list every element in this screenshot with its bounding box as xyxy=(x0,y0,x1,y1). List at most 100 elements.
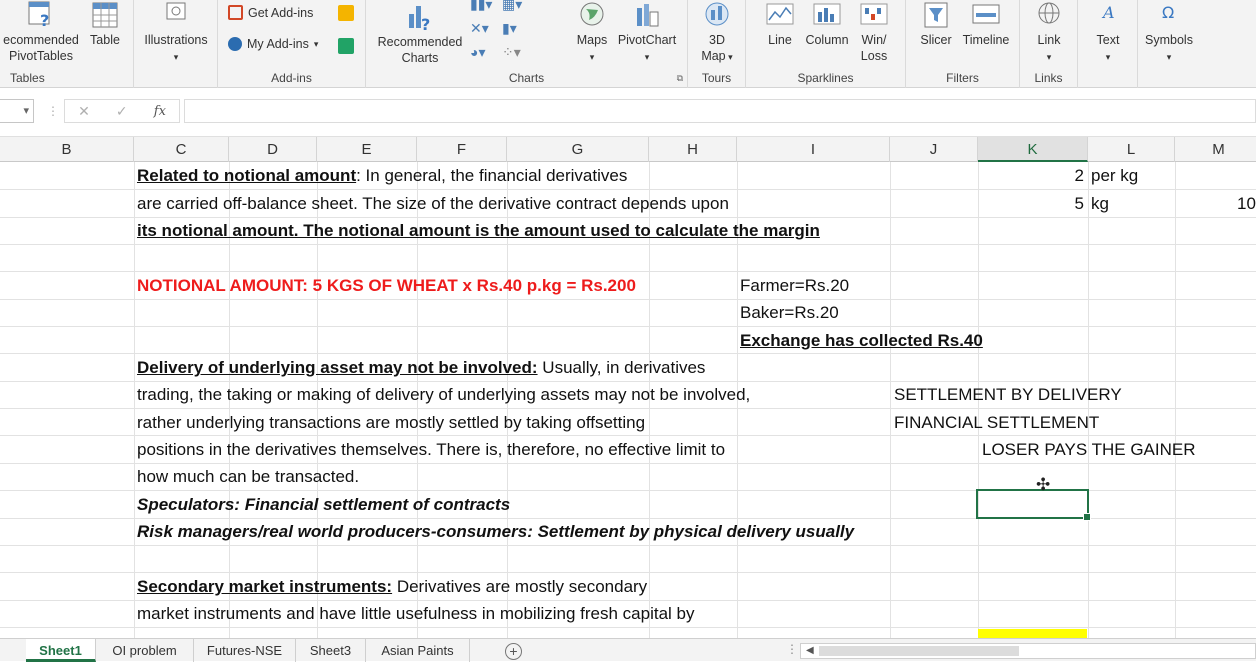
column-header-g[interactable]: G xyxy=(507,137,649,162)
combo-chart-icon[interactable]: ▮▾ xyxy=(502,20,517,37)
formula-bar-splitter[interactable]: ⋮ xyxy=(47,104,59,118)
cell-i5[interactable]: Farmer=Rs.20 xyxy=(740,272,849,299)
sparkline-column-button[interactable]: Column xyxy=(802,0,852,48)
pie-chart-icon[interactable]: ◕▾ xyxy=(470,44,485,61)
ribbon-group-charts: ? Recommended Charts ▮▮▾ ▦▾ ✕▾ ▮▾ ◕▾ ⁘▾ … xyxy=(366,0,688,88)
column-header-j[interactable]: J xyxy=(890,137,978,162)
my-addins-button[interactable]: My Add-ins ▾ xyxy=(228,37,318,51)
cell-c1-text: : In general, the financial derivatives xyxy=(356,166,628,185)
new-sheet-plus-icon[interactable]: + xyxy=(505,643,522,660)
cell-j10[interactable]: FINANCIAL SETTLEMENT xyxy=(894,409,1099,436)
cell-c14[interactable]: Risk managers/real world producers-consu… xyxy=(137,518,854,545)
scroll-left-icon[interactable]: ◀ xyxy=(806,645,814,656)
column-header-l[interactable]: L xyxy=(1088,137,1175,162)
column-header-i[interactable]: I xyxy=(737,137,890,162)
timeline-button[interactable]: Timeline xyxy=(958,0,1014,48)
pivotchart-button[interactable]: PivotChart ▾ xyxy=(614,0,680,65)
column-header-h[interactable]: H xyxy=(649,137,737,162)
illustrations-button[interactable]: Illustrations ▾ xyxy=(138,0,214,65)
winloss-sparkline-icon xyxy=(860,3,888,25)
scatter-chart-icon[interactable]: ⁘▾ xyxy=(502,44,521,61)
recommended-pivottables-icon: ? xyxy=(28,1,50,30)
sheet-tab-oi-problem[interactable]: OI problem xyxy=(96,639,194,662)
column-header-d[interactable]: D xyxy=(229,137,317,162)
gridline xyxy=(0,244,1256,245)
table-button[interactable]: Table xyxy=(84,0,126,48)
sheet-tab-futures-nse[interactable]: Futures-NSE xyxy=(194,639,296,662)
worksheet-grid[interactable]: Related to notional amount: In general, … xyxy=(0,162,1256,638)
get-addins-button[interactable]: Get Add-ins xyxy=(228,5,313,20)
cell-m2[interactable]: 10 xyxy=(1237,190,1256,217)
link-button[interactable]: Link ▾ xyxy=(1026,0,1072,65)
globe-icon xyxy=(580,2,604,26)
enter-icon[interactable]: ✓ xyxy=(116,103,128,120)
sheet-tab-sheet3[interactable]: Sheet3 xyxy=(296,639,366,662)
sheet-tab-asian-paints[interactable]: Asian Paints xyxy=(366,639,470,662)
recommended-pivottables-button[interactable]: ? ecommended PivotTables xyxy=(0,0,82,64)
slicer-button[interactable]: Slicer xyxy=(916,0,956,48)
ribbon-group-illustrations: Illustrations ▾ xyxy=(134,0,218,88)
3d-map-label-1: 3D xyxy=(709,33,725,47)
sparkline-winloss-button[interactable]: Win/ Loss xyxy=(854,0,894,64)
cell-c17[interactable]: market instruments and have little usefu… xyxy=(137,600,695,627)
cell-l1[interactable]: per kg xyxy=(1091,162,1138,189)
hierarchy-chart-icon[interactable]: ▦▾ xyxy=(502,0,522,13)
symbols-button[interactable]: Ω Symbols ▾ xyxy=(1138,0,1200,65)
cell-k2[interactable]: 5 xyxy=(978,190,1084,217)
cell-c10[interactable]: rather underlying transactions are mostl… xyxy=(137,409,645,436)
insert-function-icon[interactable]: fx xyxy=(154,104,166,119)
svg-text:Ω: Ω xyxy=(1162,3,1174,22)
cell-l2[interactable]: kg xyxy=(1091,190,1109,217)
text-dropdown-icon: ▾ xyxy=(1105,52,1111,62)
tab-splitter-icon[interactable]: ⋮ xyxy=(786,642,798,656)
scrollbar-thumb[interactable] xyxy=(819,646,1019,656)
formula-input[interactable] xyxy=(184,99,1256,123)
cell-i7[interactable]: Exchange has collected Rs.40 xyxy=(740,327,983,354)
cell-c9[interactable]: trading, the taking or making of deliver… xyxy=(137,381,750,408)
column-header-f[interactable]: F xyxy=(417,137,507,162)
ribbon-group-tables: ? ecommended PivotTables Table Tables xyxy=(0,0,134,88)
gridline xyxy=(0,545,1256,546)
cell-c1[interactable]: Related to notional amount: In general, … xyxy=(137,162,627,189)
highlighted-cell[interactable] xyxy=(978,629,1087,638)
horizontal-scrollbar[interactable]: ◀ xyxy=(800,643,1256,659)
maps-button[interactable]: Maps ▾ xyxy=(571,0,613,65)
cell-c2[interactable]: are carried off-balance sheet. The size … xyxy=(137,190,729,217)
cell-k11[interactable]: LOSER PAYS THE GAINER xyxy=(982,436,1196,463)
cell-c5[interactable]: NOTIONAL AMOUNT: 5 KGS OF WHEAT x Rs.40 … xyxy=(137,272,636,299)
group-label-tables: Tables xyxy=(10,71,45,85)
column-header-e[interactable]: E xyxy=(317,137,417,162)
charts-dialog-launcher-icon[interactable]: ⧉ xyxy=(677,73,683,84)
recommended-charts-icon: ? xyxy=(409,6,430,32)
cell-c12[interactable]: how much can be transacted. xyxy=(137,463,359,490)
pivotchart-dropdown-icon: ▾ xyxy=(644,52,650,62)
table-icon xyxy=(92,2,118,28)
cell-c16[interactable]: Secondary market instruments: Derivative… xyxy=(137,573,647,600)
cell-c13[interactable]: Speculators: Financial settlement of con… xyxy=(137,491,510,518)
recommended-charts-button[interactable]: ? Recommended Charts xyxy=(374,0,466,66)
cell-j9[interactable]: SETTLEMENT BY DELIVERY xyxy=(894,381,1122,408)
column-header-m[interactable]: M xyxy=(1175,137,1256,162)
name-box-dropdown[interactable]: ▾ xyxy=(0,99,34,123)
3d-map-button[interactable]: 3D Map ▾ xyxy=(692,0,742,65)
sheet-tab-sheet1[interactable]: Sheet1 xyxy=(26,639,96,662)
text-button[interactable]: A Text ▾ xyxy=(1084,0,1132,65)
cell-k1[interactable]: 2 xyxy=(978,162,1084,189)
column-header-k[interactable]: K xyxy=(978,137,1088,162)
cell-c11[interactable]: positions in the derivatives themselves.… xyxy=(137,436,725,463)
people-graph-icon[interactable] xyxy=(338,38,354,54)
slicer-label: Slicer xyxy=(920,33,952,47)
bing-icon[interactable] xyxy=(338,5,354,21)
cell-c8[interactable]: Delivery of underlying asset may not be … xyxy=(137,354,705,381)
cell-c3[interactable]: its notional amount. The notional amount… xyxy=(137,217,820,244)
active-cell-selection[interactable] xyxy=(976,489,1091,521)
cancel-icon[interactable]: ✕ xyxy=(78,103,90,120)
column-chart-icon[interactable]: ▮▮▾ xyxy=(470,0,492,13)
sparkline-line-button[interactable]: Line xyxy=(760,0,800,48)
column-sparkline-icon xyxy=(813,3,841,25)
statistic-chart-icon[interactable]: ✕▾ xyxy=(470,20,489,37)
cell-i6[interactable]: Baker=Rs.20 xyxy=(740,299,839,326)
column-header-c[interactable]: C xyxy=(134,137,229,162)
group-label-addins: Add-ins xyxy=(271,71,312,85)
column-header-b[interactable]: B xyxy=(0,137,134,162)
